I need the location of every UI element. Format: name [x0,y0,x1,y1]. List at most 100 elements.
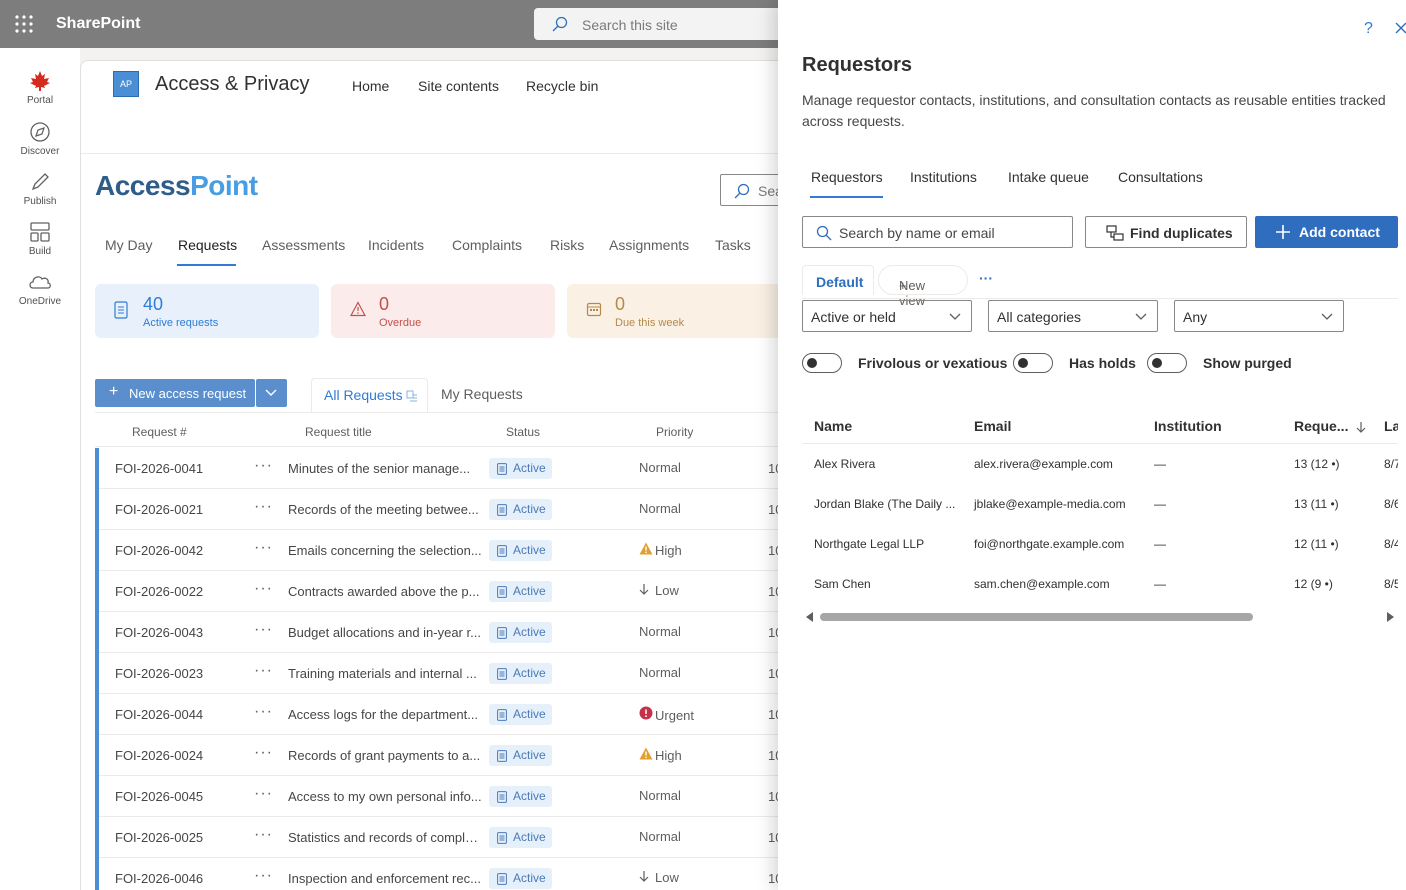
request-number[interactable]: FOI-2026-0024 [115,748,203,763]
view-default[interactable]: Default [802,265,874,295]
panel-tab-consultations[interactable]: Consultations [1118,169,1203,185]
site-title[interactable]: Access & Privacy [155,73,309,96]
request-title[interactable]: Budget allocations and in-year r... [288,625,483,640]
table-row[interactable]: FOI-2026-0023 ··· Training materials and i… [95,653,782,694]
tab-complaints[interactable]: Complaints [452,237,522,253]
more-options-icon[interactable]: ··· [254,744,273,762]
site-nav-recycle-bin[interactable]: Recycle bin [526,78,598,94]
tab-tasks[interactable]: Tasks [715,237,751,253]
request-number[interactable]: FOI-2026-0025 [115,830,203,845]
request-number[interactable]: FOI-2026-0043 [115,625,203,640]
more-options-icon[interactable]: ··· [254,539,273,557]
column-header-requests[interactable]: Reque... [1294,418,1366,434]
tab-requests[interactable]: Requests [178,237,237,253]
new-access-request-button[interactable]: + New access request [95,379,255,407]
column-header-request-title[interactable]: Request title [305,425,372,439]
find-duplicates-button[interactable]: Find duplicates [1085,216,1247,248]
column-header-institution[interactable]: Institution [1154,418,1222,434]
table-row[interactable]: FOI-2026-0025 ··· Statistics and records o… [95,817,782,858]
table-row[interactable]: FOI-2026-0042 ··· Emails concerning the se… [95,530,782,571]
rail-onedrive[interactable]: OneDrive [0,271,80,307]
column-header-name[interactable]: Name [814,418,852,434]
scrollbar-thumb[interactable] [820,613,1253,621]
category-filter-dropdown[interactable]: All categories [988,300,1158,332]
site-logo[interactable]: AP [113,71,139,97]
table-row[interactable]: FOI-2026-0024 ··· Records of grant payment… [95,735,782,776]
request-title[interactable]: Minutes of the senior manage... [288,461,483,476]
add-contact-button[interactable]: Add contact [1255,216,1398,248]
status-filter-dropdown[interactable]: Active or held [802,300,972,332]
request-number[interactable]: FOI-2026-0044 [115,707,203,722]
kpi-due-this-week[interactable]: 0 Due this week [567,284,782,338]
more-options-icon[interactable]: ··· [254,580,273,598]
request-number[interactable]: FOI-2026-0022 [115,584,203,599]
site-nav-home[interactable]: Home [352,78,389,94]
column-header-status[interactable]: Status [506,425,540,439]
more-options-icon[interactable]: ··· [254,703,273,721]
requestor-search-input[interactable]: Search by name or email [802,216,1073,248]
request-number[interactable]: FOI-2026-0045 [115,789,203,804]
request-title[interactable]: Emails concerning the selection... [288,543,483,558]
tab-risks[interactable]: Risks [550,237,584,253]
tab-incidents[interactable]: Incidents [368,237,424,253]
tab-my-day[interactable]: My Day [105,237,152,253]
rail-publish[interactable]: Publish [0,171,80,207]
request-title[interactable]: Access logs for the department... [288,707,483,722]
help-icon[interactable]: ? [1364,20,1373,38]
app-launcher-icon[interactable] [13,13,35,35]
any-filter-dropdown[interactable]: Any [1174,300,1344,332]
column-header-last[interactable]: La [1384,418,1398,434]
table-row[interactable]: FOI-2026-0041 ··· Minutes of the senior ma… [95,448,782,489]
table-row[interactable]: Northgate Legal LLP foi@northgate.example… [802,537,1398,577]
panel-tab-requestors[interactable]: Requestors [811,169,883,185]
table-row[interactable]: FOI-2026-0046 ··· Inspection and enforceme… [95,858,782,890]
request-number[interactable]: FOI-2026-0046 [115,871,203,886]
view-all-requests[interactable]: All Requests [311,378,428,412]
request-number[interactable]: FOI-2026-0041 [115,461,203,476]
table-row[interactable]: FOI-2026-0043 ··· Budget allocations and i… [95,612,782,653]
more-options-icon[interactable]: ··· [254,826,273,844]
kpi-active-requests[interactable]: 40 Active requests [95,284,319,338]
close-icon[interactable] [1395,22,1406,34]
tab-assignments[interactable]: Assignments [609,237,689,253]
request-title[interactable]: Inspection and enforcement rec... [288,871,483,886]
more-options-icon[interactable]: ··· [254,498,273,516]
rail-portal[interactable]: Portal [0,70,80,106]
site-search-box[interactable]: Search this site [534,8,794,40]
request-title[interactable]: Access to my own personal info... [288,789,483,804]
sharepoint-brand[interactable]: SharePoint [56,15,140,33]
more-options-icon[interactable]: ··· [254,662,273,680]
kpi-overdue[interactable]: 0 Overdue [331,284,555,338]
request-number[interactable]: FOI-2026-0023 [115,666,203,681]
table-row[interactable]: FOI-2026-0045 ··· Access to my own persona… [95,776,782,817]
rail-build[interactable]: Build [0,221,80,257]
table-row[interactable]: Jordan Blake (The Daily ... jblake@exampl… [802,497,1398,537]
column-header-email[interactable]: Email [974,418,1011,434]
site-nav-site-contents[interactable]: Site contents [418,78,499,94]
request-title[interactable]: Contracts awarded above the p... [288,584,483,599]
new-request-dropdown-button[interactable] [256,379,287,407]
tab-assessments[interactable]: Assessments [262,237,345,253]
request-title[interactable]: Statistics and records of compla... [288,830,483,845]
request-number[interactable]: FOI-2026-0042 [115,543,203,558]
request-title[interactable]: Records of the meeting betwee... [288,502,483,517]
horizontal-scrollbar[interactable] [802,608,1398,624]
rail-discover[interactable]: Discover [0,121,80,157]
table-row[interactable]: FOI-2026-0021 ··· Records of the meeting b… [95,489,782,530]
new-view-button[interactable]: + New view [878,265,968,308]
more-options-icon[interactable]: ··· [254,785,273,803]
request-number[interactable]: FOI-2026-0021 [115,502,203,517]
panel-tab-institutions[interactable]: Institutions [910,169,977,185]
column-header-priority[interactable]: Priority [656,425,693,439]
more-options-icon[interactable]: ··· [254,867,273,885]
show-purged-toggle[interactable] [1147,353,1187,373]
request-title[interactable]: Training materials and internal ... [288,666,483,681]
column-header-request-number[interactable]: Request # [132,425,187,439]
request-title[interactable]: Records of grant payments to a... [288,748,483,763]
more-options-icon[interactable]: ··· [254,457,273,475]
more-options-icon[interactable]: ··· [979,270,993,286]
scroll-right-icon[interactable] [1387,612,1394,622]
scroll-left-icon[interactable] [806,612,813,622]
table-row[interactable]: Alex Rivera alex.rivera@example.com — 13 (1… [802,457,1398,497]
table-row[interactable]: FOI-2026-0022 ··· Contracts awarded above … [95,571,782,612]
